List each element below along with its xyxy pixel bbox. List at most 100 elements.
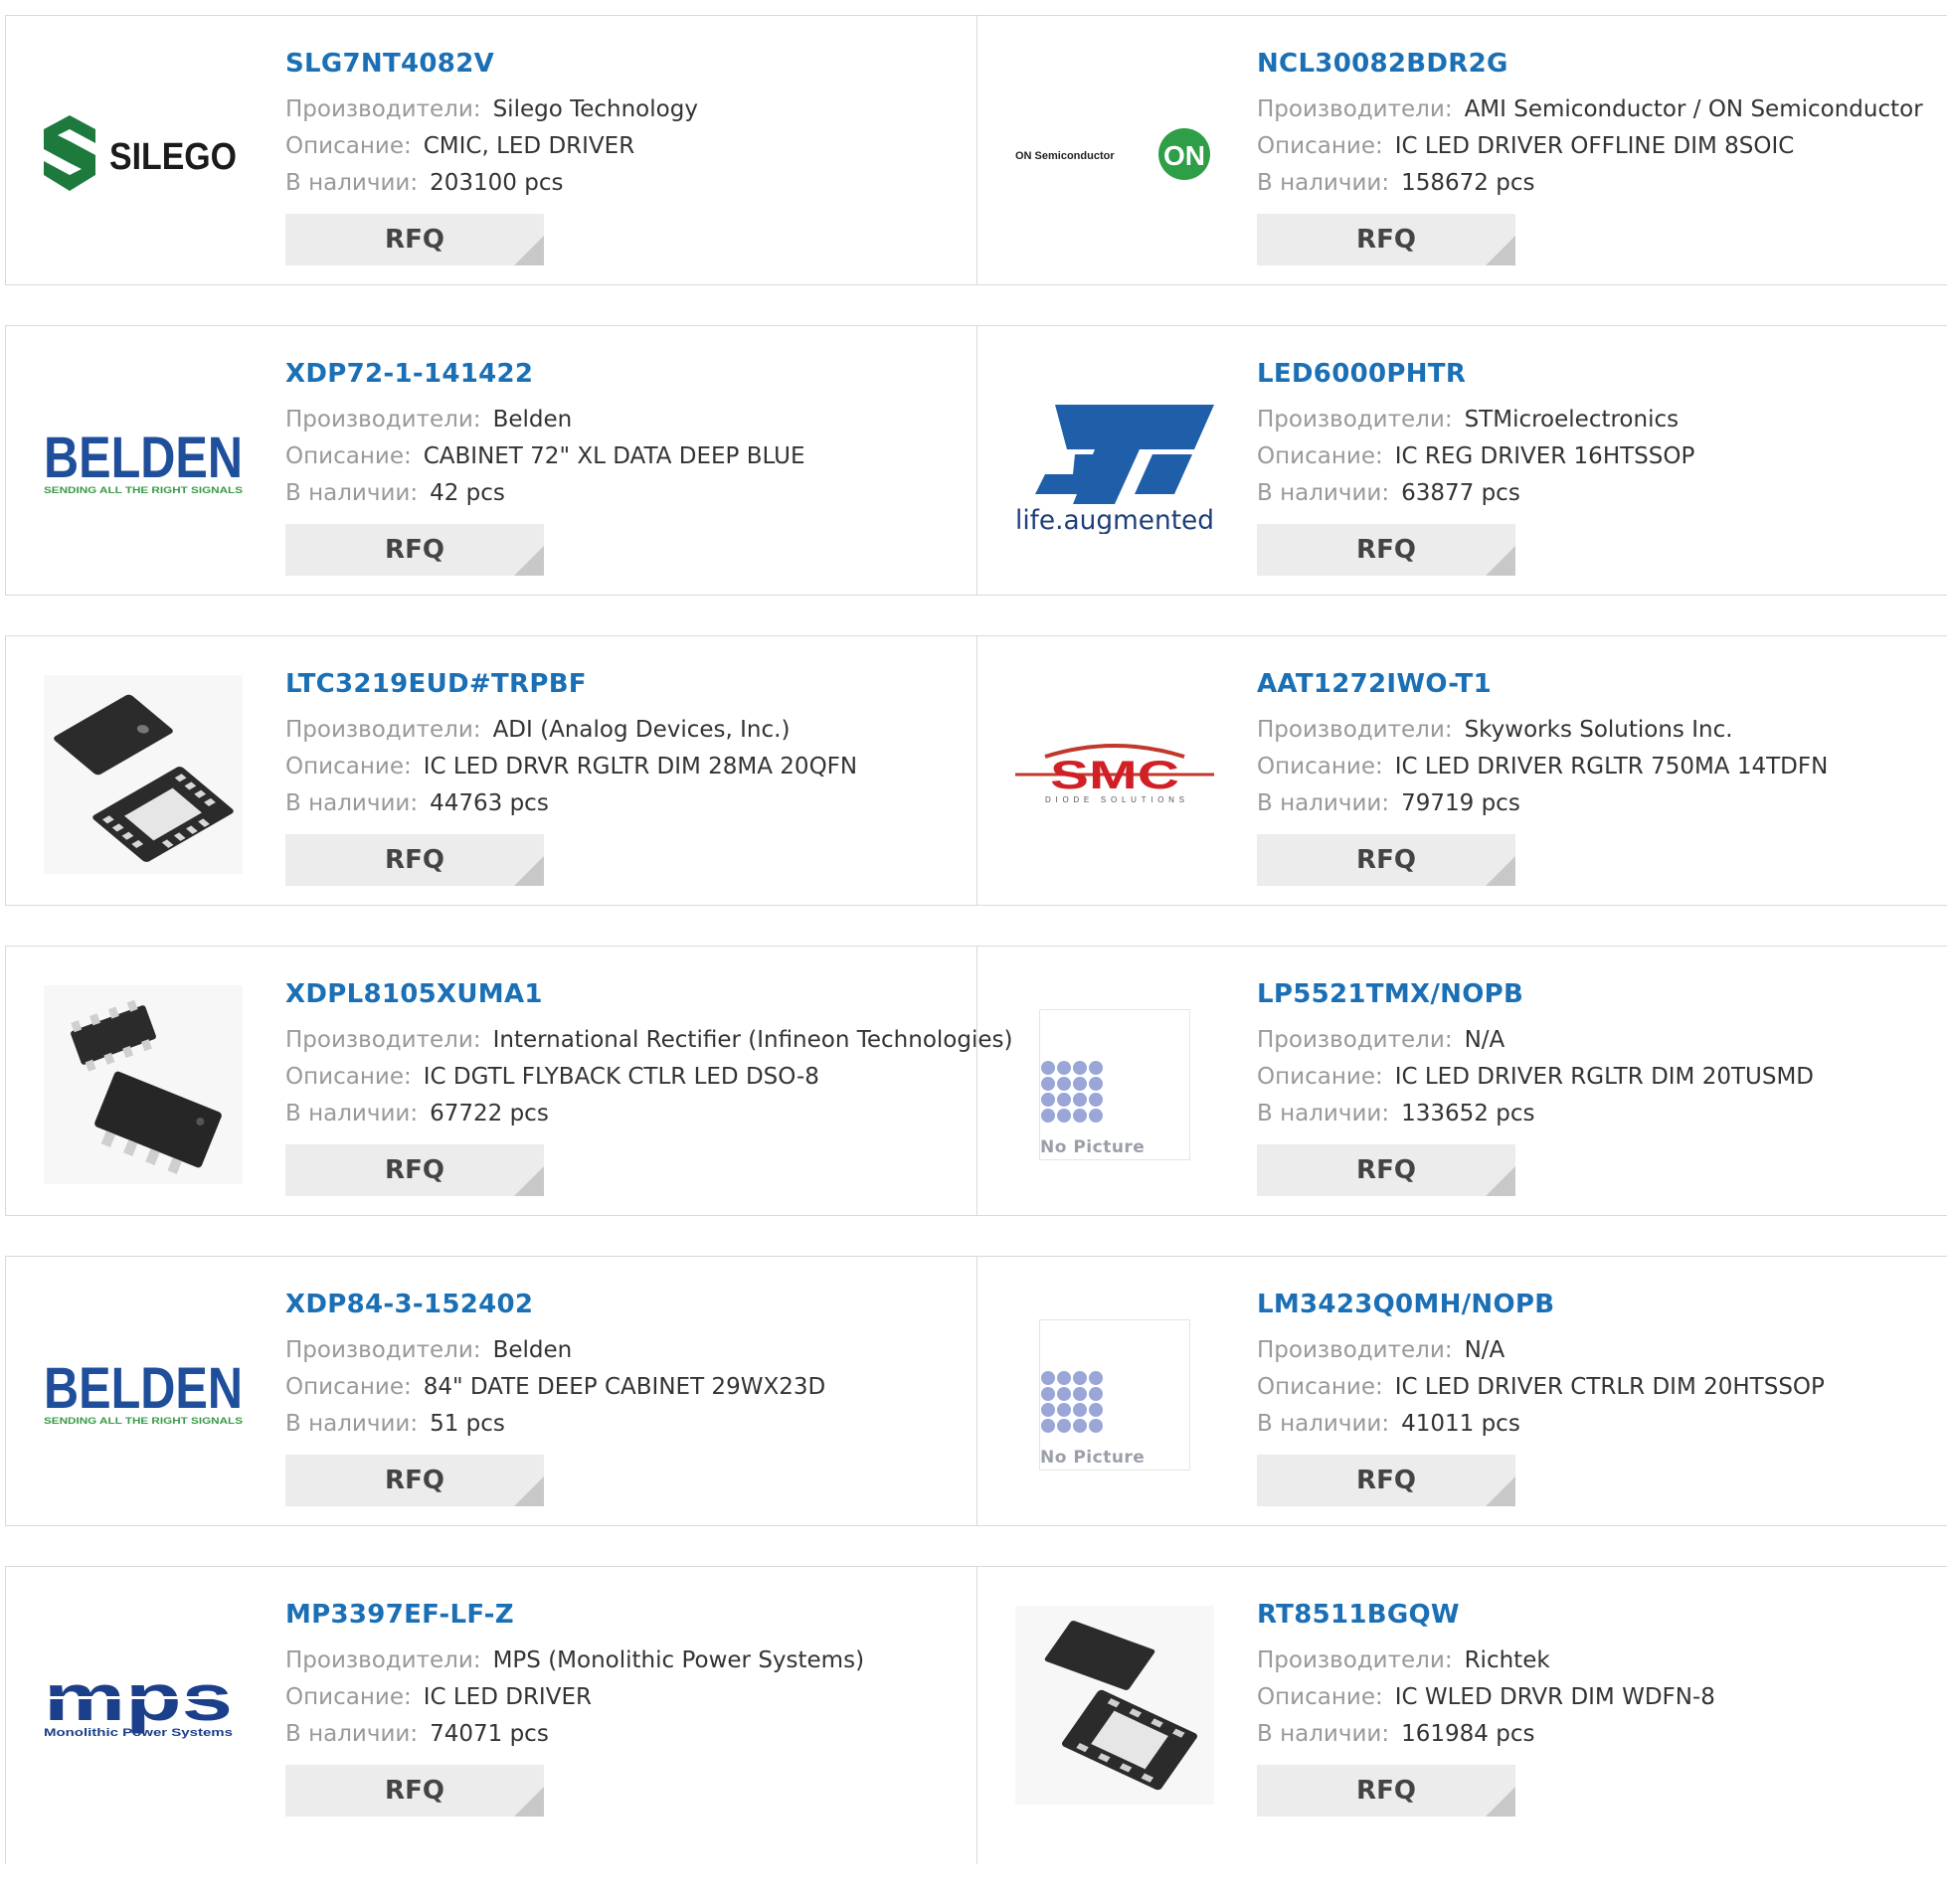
- product-row: LTC3219EUD#TRPBF Производители: ADI (Anal…: [5, 635, 1947, 906]
- rfq-button[interactable]: RFQ: [285, 834, 544, 886]
- svg-text:Monolithic Power Systems: Monolithic Power Systems: [44, 1727, 233, 1739]
- belden-logo: BELDEN SENDING ALL THE RIGHT SIGNALS: [44, 430, 243, 495]
- mps-logo: mps Monolithic Power Systems: [44, 1670, 233, 1739]
- product-info: MP3397EF-LF-Z Производители: MPS (Monolit…: [285, 1597, 976, 1817]
- stock-line: В наличии: 44763 pcs: [285, 785, 976, 822]
- description-label: Описание:: [285, 133, 412, 159]
- part-number-link[interactable]: XDPL8105XUMA1: [285, 976, 976, 1012]
- product-image[interactable]: life.augmented: [1015, 365, 1214, 564]
- part-number-link[interactable]: RT8511BGQW: [1257, 1597, 1947, 1633]
- rfq-button[interactable]: RFQ: [1257, 524, 1515, 576]
- svg-text:mps: mps: [44, 1670, 233, 1734]
- stock-label: В наличии:: [1257, 170, 1390, 196]
- stock-label: В наличии:: [285, 480, 419, 506]
- stock-line: В наличии: 42 pcs: [285, 475, 976, 512]
- stock-label: В наличии:: [285, 1411, 419, 1437]
- part-number-link[interactable]: LTC3219EUD#TRPBF: [285, 666, 976, 702]
- description-line: Описание: IC WLED DRVR DIM WDFN-8: [1257, 1679, 1947, 1716]
- product-image[interactable]: No Picture: [1015, 985, 1214, 1184]
- product-image[interactable]: ON Semiconductor ON: [1015, 55, 1214, 254]
- svg-text:SMC: SMC: [1050, 754, 1179, 797]
- part-number-link[interactable]: MP3397EF-LF-Z: [285, 1597, 976, 1633]
- rfq-button[interactable]: RFQ: [285, 1765, 544, 1817]
- product-image[interactable]: No Picture: [1015, 1296, 1214, 1494]
- part-number-link[interactable]: NCL30082BDR2G: [1257, 46, 1947, 82]
- manufacturer-value: STMicroelectronics: [1464, 407, 1680, 433]
- description-value: IC LED DRIVER CTRLR DIM 20HTSSOP: [1394, 1374, 1825, 1400]
- description-value: IC LED DRIVER: [423, 1684, 592, 1710]
- product-image[interactable]: [1015, 1606, 1214, 1805]
- description-label: Описание:: [285, 443, 412, 469]
- stock-value: 161984 pcs: [1401, 1721, 1535, 1747]
- rfq-button[interactable]: RFQ: [1257, 1455, 1515, 1506]
- rfq-button[interactable]: RFQ: [285, 524, 544, 576]
- product-row: BELDEN SENDING ALL THE RIGHT SIGNALS XDP…: [5, 1256, 1947, 1526]
- part-number-link[interactable]: AAT1272IWO-T1: [1257, 666, 1947, 702]
- product-card: LTC3219EUD#TRPBF Производители: ADI (Anal…: [6, 636, 976, 905]
- part-number-link[interactable]: LP5521TMX/NOPB: [1257, 976, 1947, 1012]
- product-info: XDP84-3-152402 Производители: Belden Опис…: [285, 1287, 976, 1506]
- rfq-button[interactable]: RFQ: [285, 1144, 544, 1196]
- description-line: Описание: IC LED DRIVER CTRLR DIM 20HTSSO…: [1257, 1369, 1947, 1406]
- manufacturer-value: Belden: [492, 1337, 573, 1363]
- description-line: Описание: IC LED DRIVER RGLTR DIM 20TUSMD: [1257, 1059, 1947, 1096]
- description-value: IC LED DRIVER RGLTR DIM 20TUSMD: [1394, 1064, 1815, 1090]
- product-image[interactable]: SMC DIODE SOLUTIONS: [1015, 675, 1214, 874]
- description-value: IC LED DRIVER OFFLINE DIM 8SOIC: [1394, 133, 1795, 159]
- description-label: Описание:: [1257, 754, 1383, 779]
- manufacturer-value: N/A: [1464, 1337, 1505, 1363]
- part-number-link[interactable]: XDP84-3-152402: [285, 1287, 976, 1322]
- rfq-button[interactable]: RFQ: [285, 214, 544, 265]
- product-info: XDP72-1-141422 Производители: Belden Опис…: [285, 356, 976, 576]
- manufacturer-label: Производители:: [1257, 407, 1453, 433]
- product-row: SILEGO SLG7NT4082V Производители: Silego …: [5, 15, 1947, 285]
- description-line: Описание: CABINET 72" XL DATA DEEP BLUE: [285, 438, 976, 475]
- product-info: LTC3219EUD#TRPBF Производители: ADI (Anal…: [285, 666, 976, 886]
- svg-text:BELDEN: BELDEN: [44, 430, 243, 490]
- manufacturer-value: MPS (Monolithic Power Systems): [492, 1647, 865, 1673]
- svg-text:ON Semiconductor: ON Semiconductor: [1015, 150, 1115, 162]
- stock-label: В наличии:: [1257, 480, 1390, 506]
- description-line: Описание: IC REG DRIVER 16HTSSOP: [1257, 438, 1947, 475]
- rfq-button[interactable]: RFQ: [1257, 214, 1515, 265]
- product-image[interactable]: [44, 675, 243, 874]
- description-line: Описание: 84" DATE DEEP CABINET 29WX23D: [285, 1369, 976, 1406]
- product-info: AAT1272IWO-T1 Производители: Skyworks Sol…: [1257, 666, 1947, 886]
- rfq-button[interactable]: RFQ: [1257, 1765, 1515, 1817]
- product-card: SMC DIODE SOLUTIONS AAT1272IWO-T1 Произв…: [976, 636, 1947, 905]
- description-value: IC REG DRIVER 16HTSSOP: [1394, 443, 1695, 469]
- part-number-link[interactable]: LM3423Q0MH/NOPB: [1257, 1287, 1947, 1322]
- product-info: LP5521TMX/NOPB Производители: N/A Описани…: [1257, 976, 1947, 1196]
- soic-chip-image: [44, 985, 243, 1184]
- rfq-button[interactable]: RFQ: [285, 1455, 544, 1506]
- manufacturer-line: Производители: International Rectifier (I…: [285, 1022, 1012, 1059]
- svg-text:SENDING ALL THE RIGHT SIGNALS: SENDING ALL THE RIGHT SIGNALS: [44, 485, 243, 495]
- stock-label: В наличии:: [1257, 1101, 1390, 1126]
- part-number-link[interactable]: SLG7NT4082V: [285, 46, 976, 82]
- description-value: IC WLED DRVR DIM WDFN-8: [1394, 1684, 1715, 1710]
- description-line: Описание: IC DGTL FLYBACK CTLR LED DSO-8: [285, 1059, 976, 1096]
- description-label: Описание:: [1257, 133, 1383, 159]
- rfq-button[interactable]: RFQ: [1257, 1144, 1515, 1196]
- part-number-link[interactable]: XDP72-1-141422: [285, 356, 976, 392]
- stock-value: 44763 pcs: [430, 790, 549, 816]
- description-line: Описание: IC LED DRIVER RGLTR 750MA 14TDF…: [1257, 749, 1947, 785]
- silego-logo: SILEGO: [44, 115, 237, 191]
- part-number-link[interactable]: LED6000PHTR: [1257, 356, 1947, 392]
- product-image[interactable]: mps Monolithic Power Systems: [44, 1606, 243, 1805]
- manufacturer-line: Производители: N/A: [1257, 1332, 1947, 1369]
- product-image[interactable]: BELDEN SENDING ALL THE RIGHT SIGNALS: [44, 1296, 243, 1494]
- product-image[interactable]: [44, 985, 243, 1184]
- product-image[interactable]: SILEGO: [44, 55, 243, 254]
- product-card: mps Monolithic Power Systems MP3397EF-LF…: [6, 1567, 976, 1864]
- manufacturer-label: Производители:: [285, 407, 481, 433]
- svg-text:BELDEN: BELDEN: [44, 1360, 243, 1421]
- manufacturer-value: Belden: [492, 407, 573, 433]
- stock-line: В наличии: 79719 pcs: [1257, 785, 1947, 822]
- product-row: XDPL8105XUMA1 Производители: Internationa…: [5, 946, 1947, 1216]
- product-image[interactable]: BELDEN SENDING ALL THE RIGHT SIGNALS: [44, 365, 243, 564]
- rfq-button[interactable]: RFQ: [1257, 834, 1515, 886]
- stock-value: 158672 pcs: [1401, 170, 1535, 196]
- no-picture-placeholder: No Picture: [1039, 1009, 1190, 1160]
- stock-value: 79719 pcs: [1401, 790, 1520, 816]
